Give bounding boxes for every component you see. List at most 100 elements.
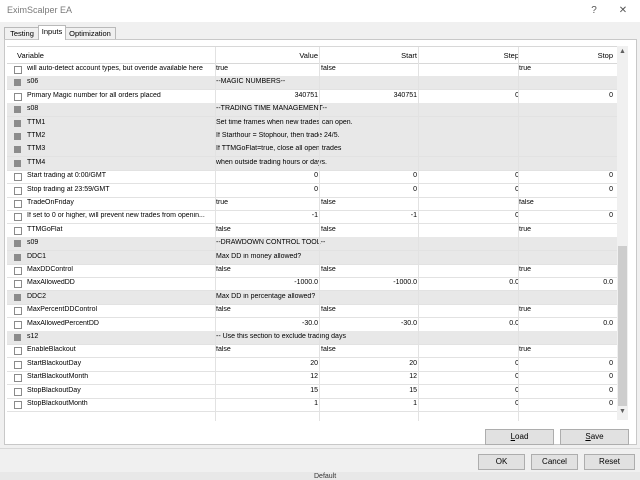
start-cell[interactable]: false xyxy=(321,199,417,206)
value-cell[interactable]: true xyxy=(216,199,318,206)
parameter-row[interactable]: StopBlackoutMonth1100 xyxy=(7,398,617,412)
parameter-row[interactable]: Stop trading at 23:59/GMT0000 xyxy=(7,184,617,198)
step-cell[interactable]: 0 xyxy=(419,92,519,99)
step-cell[interactable]: 0.0 xyxy=(419,320,519,327)
start-cell[interactable]: 15 xyxy=(321,387,417,394)
start-cell[interactable]: 0 xyxy=(321,186,417,193)
step-cell[interactable]: 0.0 xyxy=(419,279,519,286)
stop-cell[interactable]: 0 xyxy=(519,387,613,394)
parameter-row[interactable]: MaxPercentDDControl false false true xyxy=(7,304,617,319)
stop-cell[interactable]: 0 xyxy=(519,400,613,407)
section-row[interactable]: TTM4 when outside trading hours or days. xyxy=(7,156,617,171)
optimize-checkbox[interactable] xyxy=(14,320,22,329)
stop-cell[interactable]: true xyxy=(519,266,613,273)
start-cell[interactable]: false xyxy=(321,266,417,273)
section-row[interactable]: s06 --MAGIC NUMBERS-- xyxy=(7,76,617,91)
start-cell[interactable]: 12 xyxy=(321,373,417,380)
optimize-checkbox[interactable] xyxy=(14,186,22,195)
ok-button[interactable]: OK xyxy=(478,454,525,470)
value-cell[interactable]: 12 xyxy=(216,373,318,380)
parameter-row[interactable]: StartBlackoutMonth121200 xyxy=(7,371,617,386)
step-cell[interactable]: 0 xyxy=(419,172,519,179)
value-cell[interactable]: -1000.0 xyxy=(216,279,318,286)
parameter-row[interactable]: Primary Magic number for all orders plac… xyxy=(7,90,617,104)
parameter-row[interactable]: MaxAllowedDD -1000.0 -1000.0 0.0 0.0 xyxy=(7,277,617,292)
optimize-checkbox[interactable] xyxy=(14,347,22,356)
parameter-row[interactable]: MaxAllowedPercentDD -30.0 -30.0 0.0 0.0 xyxy=(7,318,617,332)
header-stop[interactable]: Stop xyxy=(519,51,613,60)
parameter-row[interactable]: TTMGoFlat false false true xyxy=(7,224,617,238)
optimize-checkbox[interactable] xyxy=(14,173,22,182)
parameter-row[interactable]: StopBlackoutDay151500 xyxy=(7,385,617,399)
section-row[interactable]: s12 -- Use this section to exclude tradin… xyxy=(7,331,617,345)
section-row[interactable]: s09 --DRAWDOWN CONTROL TOOL-- xyxy=(7,237,617,252)
header-value[interactable]: Value xyxy=(216,51,318,60)
value-cell[interactable]: false xyxy=(216,226,318,233)
optimize-checkbox[interactable] xyxy=(14,387,22,396)
optimize-checkbox[interactable] xyxy=(14,307,22,316)
stop-cell[interactable]: true xyxy=(519,306,613,313)
close-button[interactable]: ✕ xyxy=(614,3,632,19)
help-button[interactable]: ? xyxy=(585,3,603,19)
section-row[interactable]: TTM2 If Starthour = Stophour, then trade … xyxy=(7,130,617,144)
header-start[interactable]: Start xyxy=(321,51,417,60)
scroll-down-icon[interactable]: ▼ xyxy=(617,408,628,418)
value-cell[interactable]: -30.0 xyxy=(216,320,318,327)
value-cell[interactable]: 0 xyxy=(216,186,318,193)
parameter-row[interactable]: will auto-detect account types, but over… xyxy=(7,63,617,77)
parameter-row[interactable]: MaxDDControl false false true xyxy=(7,264,617,278)
start-cell[interactable]: 340751 xyxy=(321,92,417,99)
value-cell[interactable]: false xyxy=(216,346,318,353)
parameter-row[interactable]: StartBlackoutDay202000 xyxy=(7,358,617,372)
start-cell[interactable]: false xyxy=(321,226,417,233)
optimize-checkbox[interactable] xyxy=(14,213,22,222)
step-cell[interactable]: 0 xyxy=(419,360,519,367)
optimize-checkbox[interactable] xyxy=(14,374,22,383)
value-cell[interactable]: 340751 xyxy=(216,92,318,99)
stop-cell[interactable]: true xyxy=(519,226,613,233)
step-cell[interactable]: 0 xyxy=(419,400,519,407)
start-cell[interactable]: false xyxy=(321,65,417,72)
parameter-row[interactable]: EnableBlackout false false true xyxy=(7,344,617,359)
start-cell[interactable]: -1000.0 xyxy=(321,279,417,286)
optimize-checkbox[interactable] xyxy=(14,66,22,74)
optimize-checkbox[interactable] xyxy=(14,92,22,101)
stop-cell[interactable]: 0.0 xyxy=(519,320,613,327)
value-cell[interactable]: 15 xyxy=(216,387,318,394)
value-cell[interactable]: false xyxy=(216,266,318,273)
stop-cell[interactable]: 0.0 xyxy=(519,279,613,286)
value-cell[interactable]: 20 xyxy=(216,360,318,367)
cancel-button[interactable]: Cancel xyxy=(531,454,578,470)
stop-cell[interactable]: 0 xyxy=(519,92,613,99)
optimize-checkbox[interactable] xyxy=(14,267,22,275)
stop-cell[interactable]: false xyxy=(519,199,613,206)
optimize-checkbox[interactable] xyxy=(14,226,22,235)
value-cell[interactable]: false xyxy=(216,306,318,313)
stop-cell[interactable]: 0 xyxy=(519,373,613,380)
stop-cell[interactable]: true xyxy=(519,346,613,353)
value-cell[interactable]: -1 xyxy=(216,212,318,219)
stop-cell[interactable]: true xyxy=(519,65,613,72)
optimize-checkbox[interactable] xyxy=(14,401,22,409)
optimize-checkbox[interactable] xyxy=(14,280,22,289)
section-row[interactable]: DDC2 Max DD in percentage allowed? xyxy=(7,290,617,305)
header-step[interactable]: Step xyxy=(419,51,519,60)
vertical-scrollbar[interactable]: ▲ ▼ xyxy=(617,46,628,420)
section-row[interactable]: s08 --TRADING TIME MANAGEMENT-- xyxy=(7,103,617,118)
start-cell[interactable]: 20 xyxy=(321,360,417,367)
step-cell[interactable]: 0 xyxy=(419,373,519,380)
optimize-checkbox[interactable] xyxy=(14,360,22,369)
start-cell[interactable]: false xyxy=(321,306,417,313)
reset-button[interactable]: Reset xyxy=(584,454,635,470)
section-row[interactable]: DDC1 Max DD in money allowed? xyxy=(7,250,617,265)
optimize-checkbox[interactable] xyxy=(14,200,22,208)
load-button[interactable]: Load xyxy=(485,429,554,445)
parameter-row[interactable]: TradeOnFriday true false false xyxy=(7,197,617,211)
step-cell[interactable]: 0 xyxy=(419,186,519,193)
parameter-row[interactable]: If set to 0 or higher, will prevent new … xyxy=(7,210,617,225)
stop-cell[interactable]: 0 xyxy=(519,212,613,219)
start-cell[interactable]: -1 xyxy=(321,212,417,219)
section-row[interactable]: TTM3 If TTMGoFlat=true, close all open tr… xyxy=(7,143,617,158)
scroll-thumb[interactable] xyxy=(618,246,627,406)
start-cell[interactable]: false xyxy=(321,346,417,353)
